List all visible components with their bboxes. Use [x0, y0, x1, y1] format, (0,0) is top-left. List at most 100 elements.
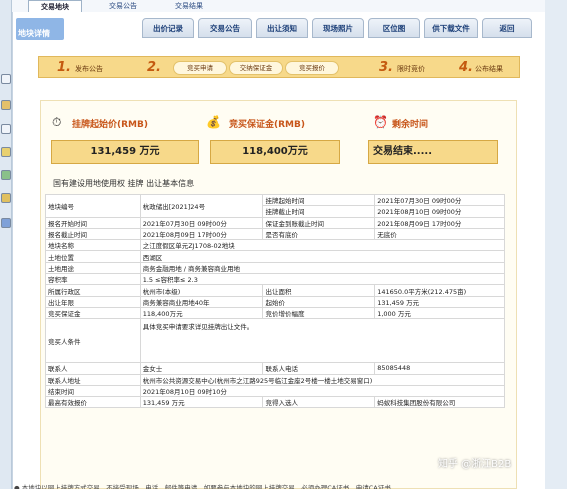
watermark: 知乎 @浙江B2B [438, 459, 512, 470]
step-4-number: 4. [459, 60, 473, 75]
money-icon: 💰 [206, 115, 221, 129]
tab-announcements[interactable]: 交易公告 [96, 0, 150, 12]
tab-results[interactable]: 交易结果 [162, 0, 216, 12]
nav-back[interactable]: 返回 [482, 18, 532, 38]
info-table: 地块编号 杭政储出[2021]24号 挂牌起始时间 2021年07月30日 09… [45, 193, 506, 409]
right-margin [545, 0, 567, 489]
district-value: 杭州市(本级) [139, 284, 264, 297]
highest-bid-value: 131,459 万元 [139, 396, 264, 409]
term-value: 商务兼容商业用地40年 [139, 295, 264, 308]
parcel-name-label: 地块名称 [45, 239, 141, 252]
phone-value: 85085448 [374, 362, 505, 375]
listing-end-label: 挂牌截止时间 [262, 205, 376, 218]
left-toolbar [0, 0, 12, 489]
step-3-label: 限时竞价 [397, 65, 425, 73]
apply-start-value: 2021年07月30日 09时00分 [139, 216, 264, 229]
winner-label: 竞得入选人 [262, 396, 376, 409]
end-time-label: 结束时间 [45, 384, 141, 398]
table-row: 容积率 1.5 ≤容积率≤ 2.3 [45, 273, 506, 286]
increment-value: 1,000 万元 [374, 306, 505, 320]
district-label: 所属行政区 [45, 284, 141, 297]
use-label: 土地用途 [45, 261, 141, 275]
nav-location-map[interactable]: 区位图 [368, 18, 420, 38]
step-2-number: 2. [147, 60, 161, 75]
apply-end-value: 2021年08月09日 17时00分 [139, 227, 264, 241]
table-row: 最高有效报价 131,459 万元 竞得入选人 蚂蚁科技集团股份有限公司 [45, 396, 505, 409]
logo: 地块详情 [16, 18, 64, 40]
nav-downloads[interactable]: 供下载文件 [424, 18, 478, 38]
table-row: 报名开始时间 2021年07月30日 09时00分 保证金到账截止时间 2021… [45, 216, 505, 229]
zoom-icon[interactable] [1, 124, 11, 134]
pencil-icon[interactable] [1, 170, 11, 180]
table-row: 结束时间 2021年08月10日 09时10分 [45, 384, 506, 398]
winner-value: 蚂蚁科技集团股份有限公司 [374, 396, 505, 409]
end-time-value: 2021年08月10日 09时10分 [139, 384, 506, 398]
reserve-label: 是否有底价 [262, 227, 376, 241]
table-row: 所属行政区 杭州市(本级) 出让面积 141650.0平方米(212.475亩) [45, 284, 505, 297]
listing-start-label: 挂牌起始时间 [262, 193, 376, 207]
deposit-deadline-label: 保证金到账截止时间 [262, 216, 376, 229]
table-row: 地块名称 之江度假区单元ZJ1708-02地块 [45, 239, 506, 252]
table-row: 地块编号 杭政储出[2021]24号 挂牌起始时间 2021年07月30日 09… [45, 193, 505, 218]
nav-announcement[interactable]: 交易公告 [198, 18, 252, 38]
tab-parcels[interactable]: 交易地块 [28, 0, 82, 12]
highest-bid-label: 最高有效报价 [45, 396, 141, 409]
step-2-apply: 竞买申请 [173, 61, 227, 75]
nav-notice[interactable]: 出让须知 [256, 18, 308, 38]
address-label: 联系人地址 [45, 373, 141, 386]
start-price-cell: 131,459 万元 [374, 295, 505, 308]
area-label: 出让面积 [262, 284, 376, 297]
table-row: 竞买人条件 具体竞买申请要求详见挂牌出让文件。 [45, 318, 506, 364]
parcel-name-value: 之江度假区单元ZJ1708-02地块 [139, 239, 506, 252]
help-icon[interactable] [1, 218, 11, 228]
nav-photos[interactable]: 现场照片 [312, 18, 364, 38]
far-value: 1.5 ≤容积率≤ 2.3 [139, 273, 506, 286]
listing-start-value: 2021年07月30日 09时00分 [374, 193, 505, 207]
start-price-title: 挂牌起始价(RMB) [72, 120, 148, 130]
step-4-label: 公布结果 [475, 65, 503, 73]
step-1-label: 发布公告 [75, 65, 103, 73]
apply-end-label: 报名截止时间 [45, 227, 141, 241]
address-value: 杭州市公共资源交易中心(杭州市之江路925号临江金座2号楼一楼土地交易窗口) [139, 373, 506, 386]
contact-label: 联系人 [45, 362, 141, 375]
step-2-deposit: 交纳保证金 [229, 61, 283, 75]
start-price-label: 起始价 [262, 295, 376, 308]
detail-header: 地块详情 出价记录 交易公告 出让须知 现场照片 区位图 供下载文件 返回 [14, 16, 534, 42]
listing-end-value: 2021年08月10日 09时00分 [374, 205, 505, 218]
timer-icon: ⏰ [373, 115, 388, 129]
table-row: 联系人地址 杭州市公共资源交易中心(杭州市之江路925号临江金座2号楼一楼土地交… [45, 373, 506, 386]
start-price-value: 131,459 万元 [51, 140, 199, 164]
location-value: 西湖区 [139, 250, 506, 263]
process-steps: 1. 发布公告 2. 竞买申请 交纳保证金 竞买报价 3. 限时竞价 4. 公布… [38, 56, 520, 78]
deposit-value: 118,400万元 [210, 140, 340, 164]
table-row: 土地位置 西湖区 [45, 250, 506, 263]
logo-text: 地块详情 [18, 29, 50, 38]
nav-bid-records[interactable]: 出价记录 [142, 18, 194, 38]
table-row: 联系人 金女士 联系人电话 85085448 [45, 362, 505, 375]
deposit-label: 竞买保证金 [45, 306, 141, 320]
deposit-cell: 118,400万元 [139, 306, 264, 320]
conditions-value: 具体竞买申请要求详见挂牌出让文件。 [139, 318, 506, 364]
user-icon[interactable] [1, 100, 11, 110]
star-icon[interactable] [1, 147, 11, 157]
table-row: 出让年限 商务兼容商业用地40年 起始价 131,459 万元 [45, 295, 505, 308]
folder-icon[interactable] [1, 193, 11, 203]
location-label: 土地位置 [45, 250, 141, 263]
step-3-number: 3. [379, 60, 393, 75]
far-label: 容积率 [45, 273, 141, 286]
parcel-no-label: 地块编号 [45, 194, 141, 218]
table-row: 竞买保证金 118,400万元 竞价增价幅度 1,000 万元 [45, 306, 505, 320]
top-tab-strip: 交易地块 交易公告 交易结果 [12, 0, 567, 12]
term-label: 出让年限 [45, 295, 141, 308]
table-row: 土地用途 商务金融用地 / 商务兼容商业用地 [45, 261, 506, 275]
step-1-number: 1. [57, 60, 71, 75]
remaining-title: 剩余时间 [392, 120, 429, 130]
deposit-deadline-value: 2021年08月09日 17时00分 [374, 216, 505, 229]
deposit-title: 竞买保证金(RMB) [229, 120, 305, 130]
reserve-value: 无底价 [374, 227, 505, 241]
apply-start-label: 报名开始时间 [45, 216, 141, 229]
search-icon[interactable] [1, 74, 11, 84]
table-row: 报名截止时间 2021年08月09日 17时00分 是否有底价 无底价 [45, 227, 505, 241]
use-value: 商务金融用地 / 商务兼容商业用地 [139, 261, 506, 275]
contact-value: 金女士 [139, 362, 264, 375]
